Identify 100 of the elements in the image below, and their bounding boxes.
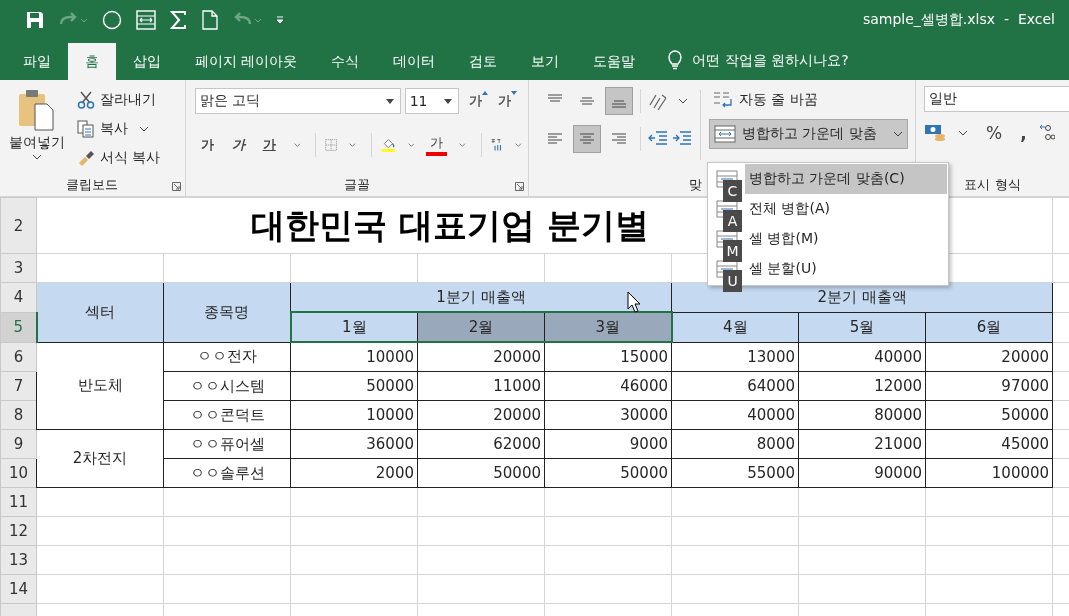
window-title: sample_셀병합.xlsx - Excel bbox=[862, 11, 1055, 29]
ribbon-tab[interactable]: 도움말 bbox=[576, 43, 653, 80]
customize-icon[interactable] bbox=[276, 16, 284, 24]
number-format-field[interactable]: 일반 bbox=[924, 86, 1069, 112]
font-size-field[interactable]: 11 bbox=[404, 88, 459, 114]
ribbon-tab[interactable]: 파일 bbox=[6, 43, 68, 80]
row-header[interactable]: 8 bbox=[0, 400, 37, 430]
table-cell: 12000 bbox=[798, 371, 926, 401]
row-header[interactable]: 4 bbox=[0, 282, 37, 312]
save-icon[interactable] bbox=[26, 11, 44, 29]
wrap-text-button[interactable]: 자동 줄 바꿈 bbox=[708, 86, 908, 113]
currency-icon[interactable] bbox=[924, 123, 946, 143]
dropdown-arrow-icon bbox=[385, 98, 394, 104]
bottom-align-button[interactable] bbox=[604, 87, 633, 115]
row-header[interactable]: 13 bbox=[0, 545, 37, 575]
center-align-button[interactable] bbox=[572, 125, 601, 153]
ribbon-tab[interactable]: 홈 bbox=[68, 43, 116, 80]
increase-indent-icon[interactable] bbox=[671, 131, 692, 147]
shrink-font-button[interactable]: 가 bbox=[491, 90, 517, 112]
tell-me-search[interactable]: 어떤 작업을 원하시나요? bbox=[692, 52, 849, 70]
row-header[interactable]: 14 bbox=[0, 574, 37, 604]
ribbon-tab[interactable]: 페이지 레이아웃 bbox=[178, 43, 315, 80]
merge-center-button[interactable]: 병합하고 가운데 맞춤 bbox=[708, 119, 908, 149]
ribbon-tab[interactable]: 데이터 bbox=[376, 43, 453, 80]
header-cell[interactable]: 4월 bbox=[671, 312, 799, 342]
table-cell: 50000 bbox=[417, 458, 545, 488]
table-cell: 50000 bbox=[925, 400, 1053, 430]
menu-item[interactable]: 셀 병합(M) bbox=[745, 224, 947, 254]
table-cell: ㅇㅇ시스템 bbox=[163, 371, 291, 401]
table-cell: 13000 bbox=[671, 342, 799, 372]
font-name-field[interactable]: 맑은 고딕 bbox=[194, 88, 401, 114]
table-cell: 46000 bbox=[544, 371, 672, 401]
row-header[interactable]: 7 bbox=[0, 371, 37, 401]
caret-icon[interactable] bbox=[958, 130, 968, 136]
group-label: 맞 bbox=[688, 176, 702, 194]
ribbon-tab[interactable]: 검토 bbox=[452, 43, 515, 80]
lightbulb-icon[interactable] bbox=[668, 50, 683, 70]
bold-button[interactable]: 가 bbox=[194, 134, 220, 156]
mouse-pointer-icon bbox=[627, 291, 641, 313]
header-cell[interactable]: 2월 bbox=[417, 312, 545, 342]
row-header[interactable]: 2 bbox=[0, 197, 37, 254]
table-cell: 80000 bbox=[798, 400, 926, 430]
sum-icon[interactable] bbox=[170, 11, 188, 29]
caret-icon[interactable] bbox=[677, 98, 688, 104]
table-cell: ㅇㅇ콘덕트 bbox=[163, 400, 291, 430]
caret-icon bbox=[139, 125, 149, 132]
table-cell: 62000 bbox=[417, 429, 545, 459]
table-cell: 10000 bbox=[290, 400, 418, 430]
table-cell: 15000 bbox=[544, 342, 672, 372]
italic-button[interactable]: 가 bbox=[225, 134, 251, 156]
header-cell[interactable]: 6월 bbox=[925, 312, 1053, 342]
table-cell: 64000 bbox=[671, 371, 799, 401]
table-cell: ㅇㅇ퓨어셀 bbox=[163, 429, 291, 459]
font-color-button[interactable]: 가 bbox=[426, 134, 448, 156]
ribbon-tab[interactable]: 삽입 bbox=[116, 43, 178, 80]
dialog-launcher-icon[interactable] bbox=[514, 182, 524, 191]
format-painter-button[interactable]: 서식 복사 bbox=[74, 144, 164, 171]
header-cell[interactable]: 3월 bbox=[544, 312, 672, 342]
decrease-indent-icon[interactable] bbox=[647, 131, 668, 147]
menu-item[interactable]: 전체 병합(A) bbox=[745, 194, 947, 224]
decimal-icon[interactable] bbox=[1038, 123, 1055, 143]
align-lines-icon bbox=[609, 132, 628, 146]
cut-button[interactable]: 잘라내기 bbox=[74, 86, 164, 113]
table-cell: 21000 bbox=[798, 429, 926, 459]
group-label: 표시 형식 bbox=[964, 177, 1021, 192]
grow-font-button[interactable]: 가 bbox=[462, 90, 488, 112]
group-label: 글꼴 bbox=[343, 177, 370, 192]
percent-button[interactable]: % bbox=[980, 121, 1009, 145]
dialog-launcher-icon[interactable] bbox=[171, 182, 181, 191]
underline-button[interactable]: 가 bbox=[256, 134, 282, 156]
table-cell: 8000 bbox=[671, 429, 799, 459]
row-header[interactable]: 10 bbox=[0, 458, 37, 488]
table-cell: 55000 bbox=[671, 458, 799, 488]
row-header[interactable]: 5 bbox=[0, 312, 37, 342]
table-cell: 2000 bbox=[290, 458, 418, 488]
merge-cells-icon[interactable] bbox=[136, 10, 156, 30]
ribbon-tab[interactable]: 보기 bbox=[514, 43, 577, 80]
header-cell[interactable]: 5월 bbox=[798, 312, 926, 342]
paintbrush-icon bbox=[77, 148, 95, 167]
header-cell: 1분기 매출액 bbox=[290, 282, 672, 312]
row-header[interactable]: 11 bbox=[0, 487, 37, 517]
menu-item[interactable]: 병합하고 가운데 맞춤(C) bbox=[745, 164, 947, 194]
table-cell: 45000 bbox=[925, 429, 1053, 459]
ribbon-tab[interactable]: 수식 bbox=[314, 43, 377, 80]
table-cell: ㅇㅇ솔루션 bbox=[163, 458, 291, 488]
row-header[interactable]: 9 bbox=[0, 429, 37, 459]
row-header[interactable]: 3 bbox=[0, 253, 37, 283]
menu-item[interactable]: 셀 분할(U) bbox=[745, 254, 947, 284]
table-cell: 30000 bbox=[544, 400, 672, 430]
table-cell: 36000 bbox=[290, 429, 418, 459]
new-document-icon[interactable] bbox=[202, 10, 218, 30]
header-cell[interactable]: 1월 bbox=[290, 312, 418, 342]
circle-icon[interactable] bbox=[102, 10, 122, 30]
row-header[interactable]: 12 bbox=[0, 516, 37, 546]
align-lines-icon bbox=[577, 132, 596, 146]
caret-icon bbox=[32, 154, 42, 160]
row-header[interactable]: 6 bbox=[0, 342, 37, 372]
paste-button[interactable]: 붙여넣기 bbox=[0, 86, 74, 176]
copy-button[interactable]: 복사 bbox=[74, 115, 164, 142]
comma-button[interactable]: , bbox=[1014, 121, 1033, 145]
